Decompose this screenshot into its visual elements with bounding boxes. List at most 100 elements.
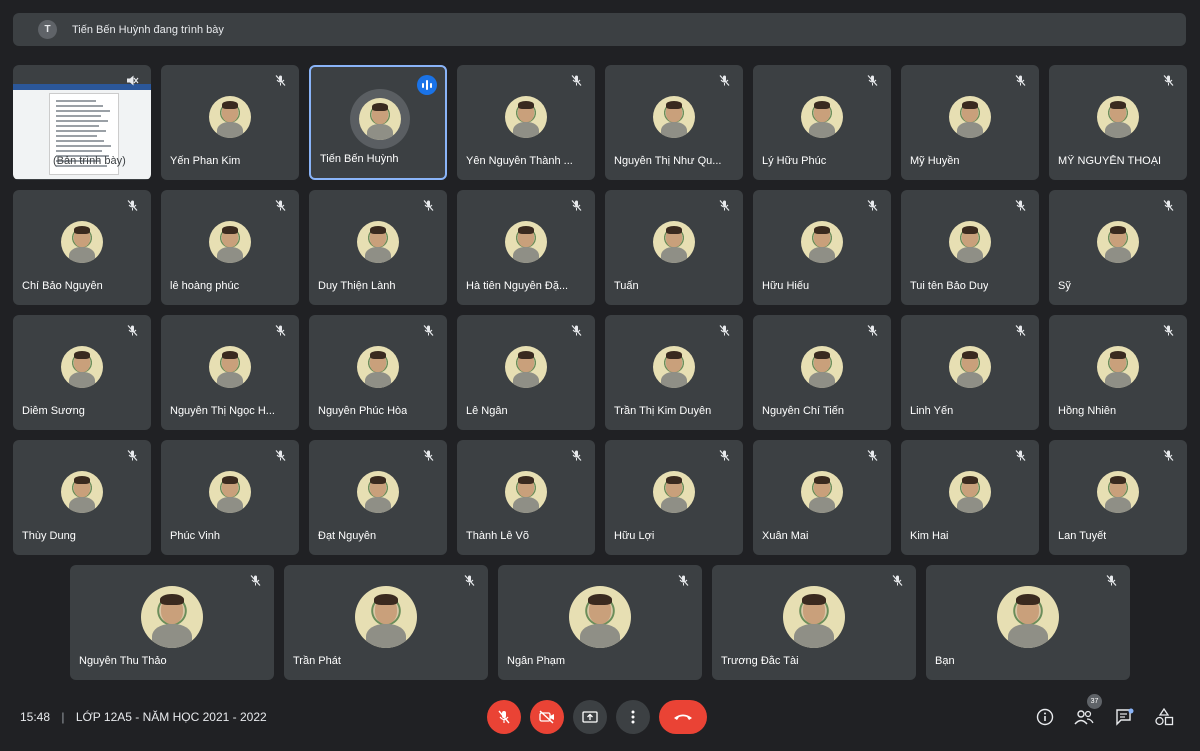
mic-off-icon: [127, 325, 138, 336]
participant-tile[interactable]: Lê Ngân: [457, 315, 595, 430]
mic-off-icon: [464, 575, 475, 586]
mic-off-icon: [719, 450, 730, 461]
info-icon: [1036, 708, 1054, 726]
participant-tile[interactable]: Hà tiên Nguyễn Đặ...: [457, 190, 595, 305]
participant-avatar: [801, 95, 843, 138]
participant-tile[interactable]: Tuấn: [605, 190, 743, 305]
participant-tile[interactable]: Đạt Nguyễn: [309, 440, 447, 555]
leave-call-button[interactable]: [659, 700, 707, 734]
participant-avatar: [801, 345, 843, 388]
participant-tile[interactable]: Nguyễn Thu Thảo: [70, 565, 274, 680]
participant-avatar: [209, 95, 251, 138]
mic-off-icon: [275, 200, 286, 211]
mic-off-icon: [1163, 325, 1174, 336]
mic-off-icon: [892, 575, 903, 586]
participant-name: Hồng Nhiên: [1058, 405, 1117, 417]
participant-tile[interactable]: Trương Đắc Tài: [712, 565, 916, 680]
participant-tile[interactable]: Nguyễn Chí Tiến: [753, 315, 891, 430]
present-screen-button[interactable]: [573, 700, 607, 734]
participant-avatar: [1097, 345, 1139, 388]
presentation-label: (Bản trình bày): [53, 155, 126, 167]
speaking-indicator-icon: [417, 75, 437, 95]
people-button[interactable]: [1073, 706, 1095, 728]
participant-name: Thùy Dung: [22, 530, 76, 542]
people-icon: [1074, 710, 1094, 725]
mic-off-icon: [1163, 200, 1174, 211]
participant-tile[interactable]: Phúc Vinh: [161, 440, 299, 555]
participant-tile[interactable]: Thùy Dung: [13, 440, 151, 555]
participant-tile[interactable]: Duy Thiện Lành: [309, 190, 447, 305]
participant-tile[interactable]: Diễm Sương: [13, 315, 151, 430]
activities-button[interactable]: [1153, 706, 1175, 728]
participant-name: Lan Tuyết: [1058, 530, 1107, 542]
active-speaker-tile[interactable]: Tiến Bến Huỳnh: [309, 65, 447, 180]
mic-off-icon: [1106, 575, 1117, 586]
mic-off-icon: [1015, 200, 1026, 211]
participant-tile[interactable]: Lý Hữu Phúc: [753, 65, 891, 180]
participant-tile[interactable]: Linh Yến: [901, 315, 1039, 430]
participant-tile[interactable]: Tui tên Bảo Duy: [901, 190, 1039, 305]
mic-off-icon: [423, 450, 434, 461]
participant-avatar: [505, 470, 547, 513]
participant-tile[interactable]: Nguyễn Thị Như Qu...: [605, 65, 743, 180]
presentation-tile[interactable]: (Bản trình bày): [13, 65, 151, 180]
presenting-text: Tiến Bến Huỳnh đang trình bày: [72, 23, 224, 36]
participant-name: Thành Lễ Võ: [466, 530, 529, 542]
mic-off-icon: [1015, 325, 1026, 336]
participant-name: Tiến Bến Huỳnh: [320, 153, 399, 165]
participant-name: Nguyễn Thu Thảo: [79, 655, 167, 667]
chat-icon: [1116, 708, 1134, 726]
participant-tile[interactable]: Bạn: [926, 565, 1130, 680]
participant-name: Xuân Mai: [762, 530, 809, 542]
meeting-controls-bar: 15:48 | LỚP 12A5 - NĂM HỌC 2021 - 2022 3…: [0, 694, 1200, 738]
mic-off-icon: [678, 575, 689, 586]
chat-button[interactable]: [1114, 706, 1136, 728]
participant-tile[interactable]: Hồng Nhiên: [1049, 315, 1187, 430]
participant-avatar: [61, 470, 103, 513]
participant-tile[interactable]: Thành Lễ Võ: [457, 440, 595, 555]
participant-avatar: [505, 220, 547, 263]
microphone-toggle-button[interactable]: [487, 700, 521, 734]
participant-avatar: [209, 220, 251, 263]
participant-tile[interactable]: Hữu Lợi: [605, 440, 743, 555]
participant-avatar: [949, 220, 991, 263]
mic-off-icon: [1163, 450, 1174, 461]
mic-off-icon: [275, 325, 286, 336]
participant-tile[interactable]: Nguyễn Thị Ngọc H...: [161, 315, 299, 430]
participant-name: Kim Hai: [910, 530, 949, 542]
participant-avatar: [209, 470, 251, 513]
participant-tile[interactable]: Mỹ Huyền: [901, 65, 1039, 180]
participant-tile[interactable]: Kim Hai: [901, 440, 1039, 555]
participant-avatar: [783, 585, 845, 648]
mic-off-icon: [1015, 75, 1026, 86]
mic-off-icon: [571, 325, 582, 336]
mic-off-icon: [275, 75, 286, 86]
participant-tile[interactable]: Trần Thị Kim Duyên: [605, 315, 743, 430]
participant-tile[interactable]: Lan Tuyết: [1049, 440, 1187, 555]
camera-toggle-button[interactable]: [530, 700, 564, 734]
participant-avatar: [355, 585, 417, 648]
participant-avatar: [801, 470, 843, 513]
participant-avatar: [61, 345, 103, 388]
participant-tile[interactable]: Trần Phát: [284, 565, 488, 680]
participant-avatar: [505, 345, 547, 388]
meeting-info-button[interactable]: [1034, 706, 1056, 728]
participant-tile[interactable]: Yến Phan Kim: [161, 65, 299, 180]
participant-tile[interactable]: Nguyễn Phúc Hòa: [309, 315, 447, 430]
participant-tile[interactable]: Chí Bảo Nguyễn: [13, 190, 151, 305]
participant-tile[interactable]: lê hoàng phúc: [161, 190, 299, 305]
participant-tile[interactable]: Ngân Phạm: [498, 565, 702, 680]
participant-name: Nguyễn Phúc Hòa: [318, 405, 408, 417]
mic-off-icon: [867, 450, 878, 461]
participant-tile[interactable]: Xuân Mai: [753, 440, 891, 555]
participant-name: Ngân Phạm: [507, 655, 566, 667]
participant-tile[interactable]: Hữu Hiếu: [753, 190, 891, 305]
more-options-button[interactable]: [616, 700, 650, 734]
participant-tile[interactable]: MỸ NGUYỄN THOẠI: [1049, 65, 1187, 180]
participant-name: Duy Thiện Lành: [318, 280, 396, 292]
mic-off-icon: [250, 575, 261, 586]
participant-tile[interactable]: Yên Nguyễn Thành ...: [457, 65, 595, 180]
mic-off-icon: [571, 75, 582, 86]
participant-tile[interactable]: Sỹ: [1049, 190, 1187, 305]
participant-name: Mỹ Huyền: [910, 155, 960, 167]
